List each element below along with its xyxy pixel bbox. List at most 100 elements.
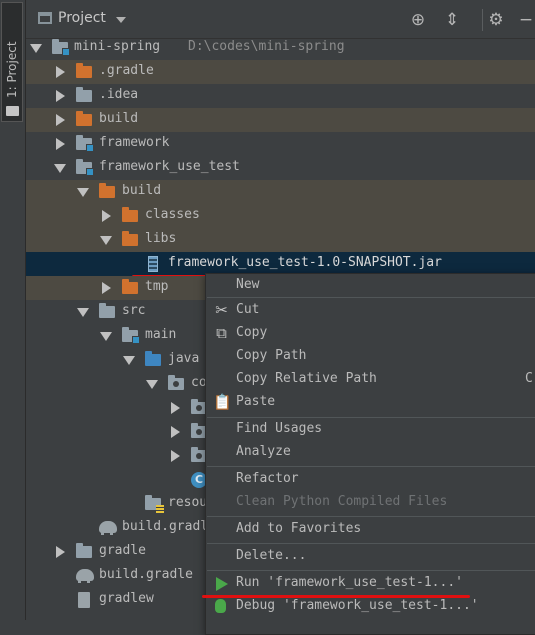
menu-label: Copy Path bbox=[236, 348, 307, 363]
expanded-arrow-icon[interactable] bbox=[123, 356, 135, 365]
project-tool-tab[interactable]: 1: Project bbox=[1, 2, 23, 122]
tree-row-build-sub[interactable]: build bbox=[26, 180, 535, 204]
excluded-folder-icon bbox=[76, 111, 92, 126]
collapsed-arrow-icon[interactable] bbox=[171, 450, 180, 462]
tree-label: .idea bbox=[99, 87, 139, 102]
project-toolbar: Project ⊕ ⇕ ⚙ − bbox=[26, 0, 535, 39]
tree-row-idea[interactable]: .idea bbox=[26, 84, 535, 108]
folder-icon bbox=[99, 303, 115, 318]
excluded-folder-icon bbox=[122, 207, 138, 222]
menu-item-debug[interactable]: Debug 'framework_use_test-1...' bbox=[206, 595, 535, 618]
menu-item-refactor[interactable]: Refactor bbox=[206, 468, 535, 491]
menu-separator bbox=[207, 466, 535, 467]
menu-separator bbox=[207, 570, 535, 571]
menu-label: Debug 'framework_use_test-1...' bbox=[236, 598, 479, 613]
collapsed-arrow-icon[interactable] bbox=[56, 546, 65, 558]
module-folder-icon bbox=[52, 39, 70, 56]
project-path: D:\codes\mini-spring bbox=[188, 39, 345, 54]
menu-item-run[interactable]: Run 'framework_use_test-1...' bbox=[206, 572, 535, 595]
window-icon bbox=[38, 12, 52, 24]
tree-label: build.gradle bbox=[99, 567, 193, 582]
expanded-arrow-icon[interactable] bbox=[146, 380, 158, 389]
tree-label: build bbox=[99, 111, 139, 126]
menu-label: Find Usages bbox=[236, 421, 323, 436]
menu-label: Run 'framework_use_test-1...' bbox=[236, 575, 463, 590]
tree-label: framework_use_test bbox=[99, 159, 240, 174]
debug-icon bbox=[215, 599, 226, 613]
menu-item-paste[interactable]: 📋 Paste bbox=[206, 391, 535, 414]
collapsed-arrow-icon[interactable] bbox=[56, 138, 65, 150]
collapse-all-icon[interactable]: ⇕ bbox=[442, 10, 462, 30]
menu-item-copy-relative-path[interactable]: Copy Relative Path C bbox=[206, 368, 535, 391]
tree-label: java bbox=[168, 351, 200, 366]
tree-label: framework_use_test-1.0-SNAPSHOT.jar bbox=[168, 255, 442, 270]
collapsed-arrow-icon[interactable] bbox=[56, 90, 65, 102]
tree-row-framework[interactable]: framework bbox=[26, 132, 535, 156]
tree-label: .gradle bbox=[99, 63, 154, 78]
menu-item-add-favorites[interactable]: Add to Favorites bbox=[206, 518, 535, 541]
chevron-down-icon bbox=[115, 16, 126, 23]
expanded-arrow-icon[interactable] bbox=[77, 308, 89, 317]
tree-label: build bbox=[122, 183, 162, 198]
module-folder-icon bbox=[76, 135, 94, 152]
tool-window-strip: 1: Project bbox=[0, 0, 26, 620]
menu-item-copy-path[interactable]: Copy Path bbox=[206, 345, 535, 368]
collapsed-arrow-icon[interactable] bbox=[102, 282, 111, 294]
tree-row-classes[interactable]: classes bbox=[26, 204, 535, 228]
menu-label: Paste bbox=[236, 394, 276, 409]
project-view-selector[interactable]: Project bbox=[38, 10, 126, 26]
expanded-arrow-icon[interactable] bbox=[100, 332, 112, 341]
tree-label: framework bbox=[99, 135, 170, 150]
menu-label: Clean Python Compiled Files bbox=[236, 494, 448, 509]
menu-separator bbox=[207, 543, 535, 544]
collapsed-arrow-icon[interactable] bbox=[102, 210, 111, 222]
jar-icon bbox=[148, 256, 158, 272]
collapsed-arrow-icon[interactable] bbox=[56, 114, 65, 126]
toolbar-divider bbox=[482, 9, 483, 31]
tree-label: mini-spring bbox=[74, 39, 161, 54]
run-icon bbox=[216, 577, 228, 591]
gear-icon[interactable]: ⚙ bbox=[486, 10, 506, 30]
menu-item-delete[interactable]: Delete... bbox=[206, 545, 535, 568]
tree-label: gradle bbox=[99, 543, 146, 558]
folder-icon bbox=[6, 106, 19, 116]
locate-icon[interactable]: ⊕ bbox=[408, 10, 428, 30]
expanded-arrow-icon[interactable] bbox=[77, 188, 89, 197]
menu-shortcut: C bbox=[525, 371, 533, 386]
tree-row-libs[interactable]: libs bbox=[26, 228, 535, 252]
hide-icon[interactable]: − bbox=[516, 10, 535, 30]
excluded-folder-icon bbox=[76, 63, 92, 78]
gradle-icon bbox=[99, 521, 117, 535]
menu-item-find-usages[interactable]: Find Usages bbox=[206, 418, 535, 441]
expanded-arrow-icon[interactable] bbox=[100, 236, 112, 245]
collapsed-arrow-icon[interactable] bbox=[56, 66, 65, 78]
gradle-icon bbox=[76, 569, 94, 583]
menu-item-copy[interactable]: ⧉ Copy bbox=[206, 322, 535, 345]
menu-separator bbox=[207, 297, 535, 298]
menu-label: New bbox=[236, 277, 260, 292]
resources-folder-icon bbox=[145, 495, 164, 513]
menu-item-analyze[interactable]: Analyze bbox=[206, 441, 535, 464]
tree-label: libs bbox=[145, 231, 177, 246]
project-tool-tab-label: 1: Project bbox=[5, 41, 19, 98]
menu-item-cut[interactable]: ✂ Cut bbox=[206, 299, 535, 322]
expanded-arrow-icon[interactable] bbox=[54, 164, 66, 173]
excluded-folder-icon bbox=[99, 183, 115, 198]
collapsed-arrow-icon[interactable] bbox=[171, 426, 180, 438]
tree-row-mini-spring[interactable]: mini-spring D:\codes\mini-spring bbox=[26, 36, 535, 60]
menu-item-new[interactable]: New bbox=[206, 274, 535, 297]
tree-row-framework-use-test[interactable]: framework_use_test bbox=[26, 156, 535, 180]
tree-row-gradle-dir[interactable]: .gradle bbox=[26, 60, 535, 84]
menu-label: Copy bbox=[236, 325, 268, 340]
folder-icon bbox=[76, 543, 92, 558]
tree-row-build[interactable]: build bbox=[26, 108, 535, 132]
tree-label: main bbox=[145, 327, 177, 342]
folder-icon bbox=[122, 327, 140, 344]
expanded-arrow-icon[interactable] bbox=[30, 44, 42, 53]
collapsed-arrow-icon[interactable] bbox=[171, 402, 180, 414]
package-icon bbox=[168, 375, 184, 390]
menu-label: Delete... bbox=[236, 548, 307, 563]
folder-icon bbox=[76, 87, 92, 102]
file-icon bbox=[78, 592, 90, 608]
menu-label: Add to Favorites bbox=[236, 521, 362, 536]
